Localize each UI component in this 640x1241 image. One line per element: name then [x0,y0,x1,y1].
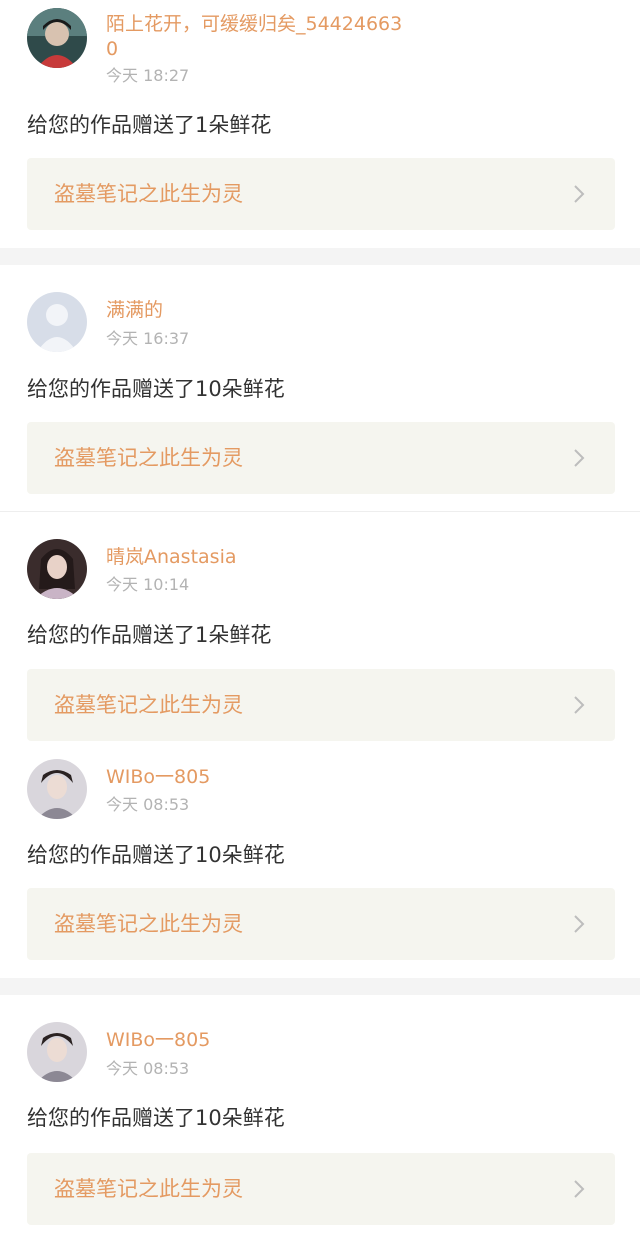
work-title: 盗墓笔记之此生为灵 [54,1177,243,1201]
timestamp: 今天 18:27 [106,66,190,85]
user-name[interactable]: WIBo一805 [106,765,406,790]
user-name[interactable]: 晴岚Anastasia [106,545,406,570]
chevron-right-icon [574,449,585,467]
chevron-right-icon [574,185,585,203]
work-link[interactable]: 盗墓笔记之此生为灵 [27,1153,615,1225]
gift-message: 给您的作品赠送了1朵鲜花 [27,113,272,137]
work-title: 盗墓笔记之此生为灵 [54,912,243,936]
avatar[interactable] [27,759,87,819]
avatar-photo-icon [27,539,87,599]
chevron-right-icon [574,696,585,714]
work-link[interactable]: 盗墓笔记之此生为灵 [27,888,615,960]
notification-item: 陌上花开，可缓缓归矣_544246630 今天 18:27 给您的作品赠送了1朵… [0,0,640,248]
timestamp: 今天 16:37 [106,329,190,348]
chevron-right-icon [574,915,585,933]
section-divider [0,248,640,265]
work-title: 盗墓笔记之此生为灵 [54,693,243,717]
gift-message: 给您的作品赠送了10朵鲜花 [27,377,285,401]
timestamp: 今天 08:53 [106,795,190,814]
section-divider [0,978,640,995]
avatar[interactable] [27,292,87,352]
avatar[interactable] [27,539,87,599]
notification-item: 满满的 今天 16:37 给您的作品赠送了10朵鲜花 盗墓笔记之此生为灵 [0,265,640,511]
gift-message: 给您的作品赠送了10朵鲜花 [27,843,285,867]
work-title: 盗墓笔记之此生为灵 [54,182,243,206]
chevron-right-icon [574,1180,585,1198]
user-name[interactable]: WIBo一805 [106,1028,406,1053]
avatar-photo-icon [27,759,87,819]
avatar[interactable] [27,1022,87,1082]
user-name[interactable]: 满满的 [106,298,406,323]
work-title: 盗墓笔记之此生为灵 [54,446,243,470]
notification-item: 晴岚Anastasia 今天 10:14 给您的作品赠送了1朵鲜花 盗墓笔记之此… [0,512,640,742]
gift-message: 给您的作品赠送了1朵鲜花 [27,623,272,647]
work-link[interactable]: 盗墓笔记之此生为灵 [27,158,615,230]
default-avatar-icon [27,292,87,352]
notification-item: WIBo一805 今天 08:53 给您的作品赠送了10朵鲜花 盗墓笔记之此生为… [0,742,640,978]
user-name[interactable]: 陌上花开，可缓缓归矣_544246630 [106,12,406,62]
avatar-photo-icon [27,8,87,68]
work-link[interactable]: 盗墓笔记之此生为灵 [27,669,615,741]
timestamp: 今天 08:53 [106,1059,190,1078]
work-link[interactable]: 盗墓笔记之此生为灵 [27,422,615,494]
notification-item: WIBo一805 今天 08:53 给您的作品赠送了10朵鲜花 盗墓笔记之此生为… [0,995,640,1241]
gift-message: 给您的作品赠送了10朵鲜花 [27,1106,285,1130]
timestamp: 今天 10:14 [106,575,190,594]
avatar[interactable] [27,8,87,68]
avatar-photo-icon [27,1022,87,1082]
